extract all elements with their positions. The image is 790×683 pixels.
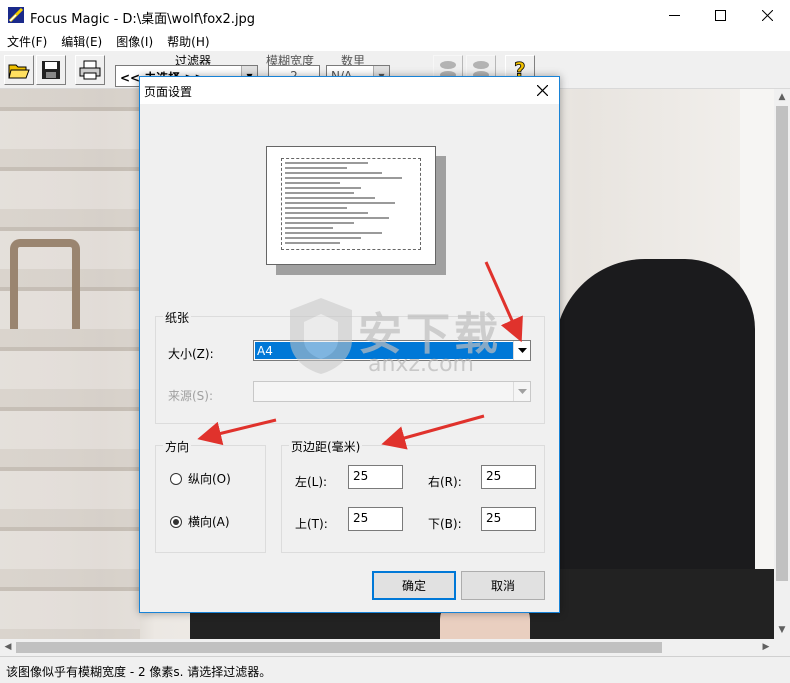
status-bar: 该图像似乎有模糊宽度 - 2 像素s. 请选择过滤器。 xyxy=(0,656,790,683)
watermark-shield-icon xyxy=(290,298,352,374)
chevron-down-icon xyxy=(513,382,530,401)
close-icon xyxy=(761,10,773,21)
maximize-button[interactable] xyxy=(697,0,743,31)
status-text: 该图像似乎有模糊宽度 - 2 像素s. 请选择过滤器。 xyxy=(6,665,272,679)
scroll-right-icon[interactable]: ▶ xyxy=(758,639,774,655)
close-icon xyxy=(536,85,548,96)
menu-image[interactable]: 图像(I) xyxy=(109,31,160,51)
top-margin-label: 上(T): xyxy=(295,517,328,531)
page-preview-margin xyxy=(281,158,421,250)
right-margin-label: 右(R): xyxy=(428,475,462,489)
orientation-group: 方向 纵向(O) 横向(A) xyxy=(155,438,266,553)
focus-magic-app-icon xyxy=(8,7,24,23)
printer-icon xyxy=(79,60,101,80)
ok-button[interactable]: 确定 xyxy=(372,571,456,600)
left-margin-label: 左(L): xyxy=(295,475,328,489)
title-bar: Focus Magic - D:\桌面\wolf\fox2.jpg xyxy=(0,0,790,31)
margins-group: 页边距(毫米) 左(L): 25 右(R): 25 上(T): 25 下(B):… xyxy=(281,438,545,553)
right-margin-input[interactable]: 25 xyxy=(481,465,536,489)
photo-chair xyxy=(10,239,80,329)
cancel-button[interactable]: 取消 xyxy=(461,571,545,600)
page-preview xyxy=(266,146,436,265)
scroll-up-icon[interactable]: ▲ xyxy=(774,89,790,105)
maximize-icon xyxy=(714,10,726,21)
left-margin-input[interactable]: 25 xyxy=(348,465,403,489)
dialog-close-button[interactable] xyxy=(525,77,559,104)
menu-edit[interactable]: 编辑(E) xyxy=(54,31,109,51)
portrait-radio[interactable]: 纵向(O) xyxy=(170,470,231,487)
orientation-group-label: 方向 xyxy=(163,438,192,455)
chevron-down-icon xyxy=(513,341,530,360)
radio-checked-icon xyxy=(170,515,182,528)
radio-unchecked-icon xyxy=(170,472,182,485)
source-label: 来源(S): xyxy=(168,389,214,403)
floppy-disk-icon xyxy=(42,61,60,79)
bottom-margin-input[interactable]: 25 xyxy=(481,507,536,531)
vertical-scroll-thumb[interactable] xyxy=(776,106,788,581)
dialog-title-bar: 页面设置 xyxy=(140,77,559,104)
dialog-title: 页面设置 xyxy=(144,85,193,99)
top-margin-input[interactable]: 25 xyxy=(348,507,403,531)
margins-group-label: 页边距(毫米) xyxy=(289,438,363,455)
watermark-subtext: anxz.com xyxy=(368,352,474,377)
save-button[interactable] xyxy=(36,55,66,85)
minimize-button[interactable] xyxy=(651,0,697,31)
landscape-label: 横向(A) xyxy=(188,515,230,529)
open-button[interactable] xyxy=(4,55,34,85)
horizontal-scroll-thumb[interactable] xyxy=(16,642,662,653)
paper-group-label: 纸张 xyxy=(163,309,192,326)
photo-bookshelf xyxy=(0,89,140,639)
size-label: 大小(Z): xyxy=(168,347,214,361)
scroll-left-icon[interactable]: ◀ xyxy=(0,639,16,655)
minimize-icon xyxy=(668,15,680,16)
close-button[interactable] xyxy=(744,0,790,31)
landscape-radio[interactable]: 横向(A) xyxy=(170,513,230,530)
print-button[interactable] xyxy=(75,55,105,85)
portrait-label: 纵向(O) xyxy=(188,472,231,486)
menu-bar: 文件(F) 编辑(E) 图像(I) 帮助(H) xyxy=(0,31,790,51)
bottom-margin-label: 下(B): xyxy=(428,517,462,531)
window-title: Focus Magic - D:\桌面\wolf\fox2.jpg xyxy=(30,12,256,27)
paper-source-select[interactable] xyxy=(253,381,531,402)
menu-help[interactable]: 帮助(H) xyxy=(160,31,216,51)
open-folder-icon xyxy=(8,64,30,79)
scroll-down-icon[interactable]: ▼ xyxy=(774,622,790,638)
menu-file[interactable]: 文件(F) xyxy=(0,31,54,51)
